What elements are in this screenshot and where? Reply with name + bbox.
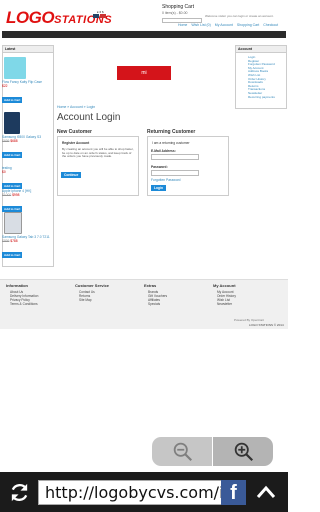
top-link-account[interactable]: My Account (215, 23, 233, 27)
latest-title: Latest (3, 46, 53, 53)
account-box-title: Account (236, 46, 286, 53)
reload-icon[interactable] (8, 481, 31, 504)
top-link-wishlist[interactable]: Wish List (0) (191, 23, 210, 27)
chevron-up-icon[interactable] (255, 483, 277, 501)
zoom-out-button[interactable] (152, 437, 212, 466)
product-item: Samsung i9300 Galaxy S3 $699 $688 Add to… (2, 112, 50, 161)
web-page: LOGOSTATIONS £ € $ Shopping Cart 0 item(… (0, 0, 288, 472)
add-to-cart-button[interactable]: Add to Cart (2, 252, 23, 258)
footer-column-my-account: My Account My Account Order History Wish… (213, 283, 236, 306)
zoom-in-button[interactable] (213, 437, 273, 466)
zoom-controls (152, 437, 273, 466)
footer-link[interactable]: Site Map (75, 298, 109, 302)
product-item: Apple iphone 4 [HK] $1000 $998 Add to Ca… (2, 188, 50, 215)
product-image[interactable] (4, 57, 26, 79)
returning-customer-heading: Returning Customer (147, 129, 196, 135)
add-to-cart-button[interactable]: Add to Cart (2, 152, 23, 158)
new-customer-heading: New Customer (57, 129, 93, 135)
top-link-cart[interactable]: Shopping Cart (237, 23, 259, 27)
nav-item-accessories[interactable]: ACCESSORIES (61, 39, 93, 45)
footer-column-extras: Extras Brands Gift Vouchers Affiliates S… (144, 283, 167, 306)
password-label: Password: (151, 165, 168, 169)
product-price: $699 $688 (2, 139, 18, 143)
register-description: By creating an account you will be able … (62, 147, 134, 159)
currency-selector[interactable]: £ € $ (97, 10, 104, 14)
product-item: Flow Fancy Kaity Flip Case $22 Add to Ca… (2, 57, 50, 106)
banner-text: mi (141, 70, 147, 76)
logo-main-text: LOGO (6, 8, 55, 27)
product-image[interactable] (4, 212, 22, 234)
account-link[interactable]: Recurring payments (248, 95, 286, 100)
welcome-text: Welcome visitor you can login or create … (205, 14, 274, 18)
product-price: $22 (2, 84, 8, 88)
top-link-home[interactable]: Home (178, 23, 187, 27)
email-label: E-Mail Address: (151, 149, 176, 153)
browser-toolbar: http://logobycvs.com/index f (0, 472, 288, 512)
footer-heading: Extras (144, 283, 157, 288)
add-to-cart-button[interactable]: Add to Cart (2, 97, 23, 103)
password-field[interactable] (151, 170, 199, 176)
product-image[interactable] (4, 112, 20, 134)
footer-heading: Customer Service (75, 283, 110, 288)
zoom-in-icon (234, 442, 253, 462)
powered-by[interactable]: Powered By OpenCart (234, 318, 264, 322)
footer-column-information: Information About Us Delivery Informatio… (6, 283, 38, 306)
flag-icon-other[interactable] (100, 14, 106, 18)
nav-item-casing[interactable]: CASING (93, 39, 114, 45)
breadcrumb[interactable]: Home » Account » Login (57, 105, 95, 109)
cart-summary[interactable]: 0 item(s) - $0.00 (162, 11, 187, 15)
footer-heading: My Account (213, 283, 236, 288)
account-box: Account Login Register Forgotten Passwor… (235, 45, 287, 109)
account-links: Login Register Forgotten Password My Acc… (236, 53, 286, 99)
page-title: Account Login (57, 112, 121, 123)
url-text: http://logobycvs.com/index (45, 483, 246, 502)
url-bar[interactable]: http://logobycvs.com/index (38, 480, 246, 505)
login-button[interactable]: Login (151, 185, 166, 191)
email-field[interactable] (151, 154, 199, 160)
continue-button[interactable]: Continue (61, 172, 82, 178)
footer-link[interactable]: Newsletter (213, 302, 236, 306)
new-customer-panel: Register Account By creating an account … (57, 136, 139, 196)
register-account-title: Register Account (62, 141, 90, 145)
zoom-out-icon (173, 442, 192, 462)
top-link-checkout[interactable]: Checkout (263, 23, 278, 27)
product-item: Samsung Galaxy Tab 3 7.0 T211 $899 $788 … (2, 212, 50, 261)
forgotten-password-link[interactable]: Forgotten Password (151, 178, 181, 182)
flag-icon-uk[interactable] (93, 14, 99, 18)
footer-heading: Information (6, 283, 28, 288)
footer-link[interactable]: Specials (144, 302, 167, 306)
product-price: $1000 $998 (2, 193, 20, 197)
footer-link[interactable]: Terms & Conditions (6, 302, 38, 306)
copyright: LOGO STATIONS © 2014 (249, 323, 284, 327)
product-price: $899 $788 (2, 239, 18, 243)
product-price: $0 (2, 170, 6, 174)
top-links: Home Wish List (0) My Account Shopping Cart… (178, 23, 282, 27)
main-nav: NEW PHONE USED PHONE ACCESSORIES CASING (2, 31, 286, 45)
returning-customer-text: I am a returning customer (152, 141, 190, 145)
cart-title[interactable]: Shopping Cart (162, 4, 194, 10)
facebook-icon[interactable]: f (221, 480, 246, 505)
promo-banner[interactable]: mi (117, 66, 171, 80)
footer-column-customer-service: Customer Service Contact Us Returns Site… (75, 283, 109, 302)
